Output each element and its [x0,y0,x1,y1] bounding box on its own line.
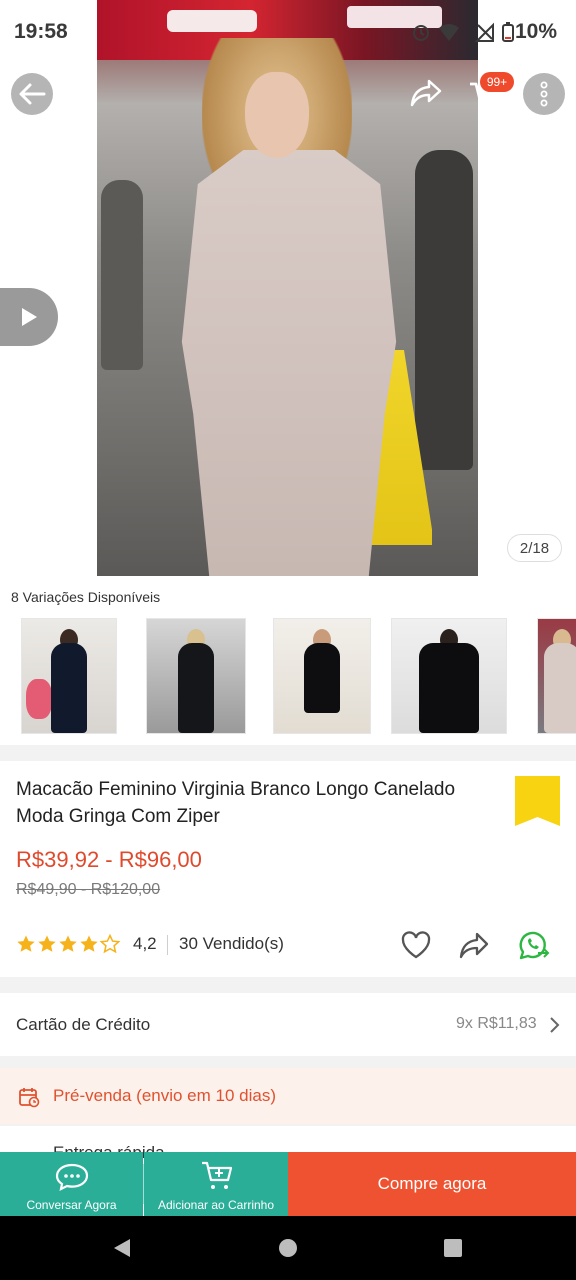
status-time: 19:58 [14,20,68,43]
battery-percent: 10% [515,20,558,43]
original-price-range: R$49,90 - R$120,00 [16,881,161,898]
add-to-cart-icon [200,1160,234,1197]
chat-now-button[interactable]: Conversar Agora [0,1152,143,1216]
thumb-model-outfit [178,643,214,733]
section-divider [0,745,576,761]
heart-icon [401,931,431,959]
more-options-button[interactable] [523,73,565,115]
share-icon [459,932,489,959]
sold-count: 30 Vendido(s) [179,934,284,953]
thumb-model-outfit [544,643,576,733]
play-video-button[interactable] [0,288,58,346]
variation-thumbnail[interactable] [537,618,576,734]
signal-icon [474,22,495,47]
variation-thumbnail[interactable] [391,618,507,734]
system-navigation-bar [0,1216,576,1280]
thumb-decor [26,679,52,719]
whatsapp-share-button[interactable] [516,929,550,966]
chevron-right-icon [548,1016,560,1039]
thumb-model-outfit [51,643,87,733]
whatsapp-icon [519,931,550,960]
arrow-left-icon [19,83,46,105]
photo-model-outfit [181,150,397,576]
nav-recents-icon[interactable] [443,1238,463,1263]
back-button[interactable] [11,73,53,115]
share-product-button[interactable] [458,930,490,965]
calendar-clock-icon [18,1086,40,1113]
chat-icon [54,1162,90,1197]
star-icons [17,934,120,953]
presale-text: Pré-venda (envio em 10 dias) [53,1086,277,1105]
payment-method-label: Cartão de Crédito [16,1015,151,1034]
rating-stars [16,932,124,962]
photo-model-face [245,72,309,158]
share-icon [410,79,442,107]
bookmark-icon[interactable] [515,776,560,826]
status-bar: 19:58 10% [0,0,576,64]
more-vertical-icon [540,81,548,107]
price-range: R$39,92 - R$96,00 [16,847,202,872]
installments-value: 9x R$11,83 [456,1015,537,1032]
chat-now-label: Conversar Agora [26,1198,117,1212]
favorite-button[interactable] [400,930,432,965]
image-page-indicator: 2/18 [507,534,562,562]
section-divider [0,977,576,993]
variations-label: 8 Variações Disponíveis [11,589,161,605]
cart-count-badge: 99+ [480,72,514,92]
rating-value: 4,2 [133,934,157,953]
variation-thumbnail[interactable] [21,618,117,734]
wifi-icon [438,22,460,47]
alarm-icon [411,22,431,47]
photo-background-person [415,150,473,470]
rating-divider [167,935,168,955]
battery-icon [502,22,514,47]
variation-thumbnail[interactable] [273,618,371,734]
bottom-action-bar: Conversar Agora Adicionar ao Carrinho Co… [0,1152,576,1216]
buy-now-button[interactable]: Compre agora [288,1152,576,1216]
thumb-model-outfit [419,643,479,733]
section-divider [0,1056,576,1068]
nav-home-icon[interactable] [278,1238,298,1263]
share-header-button[interactable] [410,78,442,113]
product-title: Macacão Feminino Virginia Branco Longo C… [16,779,456,827]
add-to-cart-label: Adicionar ao Carrinho [157,1198,275,1212]
photo-background-person [101,180,143,370]
section-divider [0,1124,576,1126]
variation-thumbnail[interactable] [146,618,246,734]
add-to-cart-button[interactable]: Adicionar ao Carrinho [144,1152,288,1216]
thumb-model-outfit [304,643,340,713]
nav-back-icon[interactable] [112,1237,132,1264]
play-icon [22,308,37,326]
